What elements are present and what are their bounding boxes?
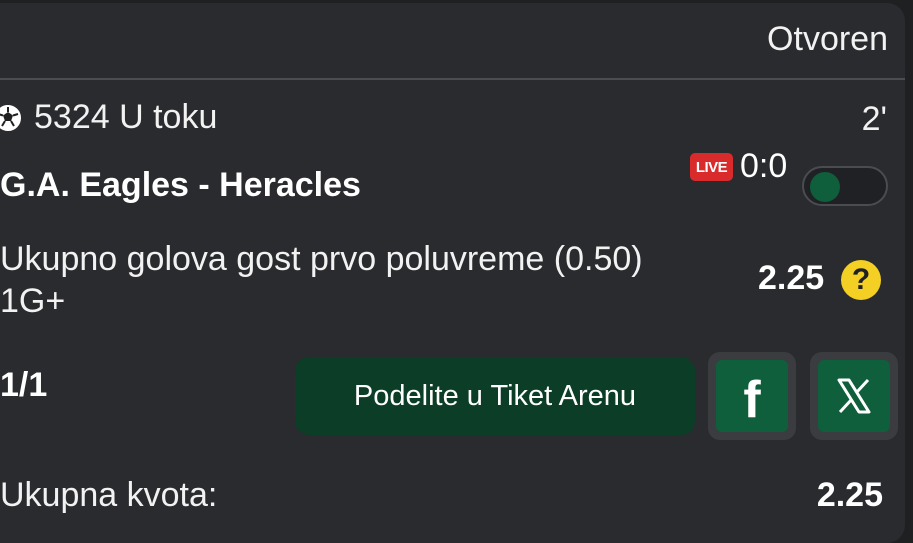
live-toggle[interactable] — [802, 166, 888, 206]
match-minute: 2' — [861, 100, 887, 138]
ticket-status: Otvoren — [767, 20, 888, 58]
selection-odds: 2.25 — [758, 259, 825, 297]
soccer-ball-icon — [0, 104, 21, 131]
facebook-share-button[interactable]: f — [708, 352, 796, 440]
total-odds-label: Ukupna kvota: — [0, 476, 218, 514]
divider — [0, 78, 905, 80]
live-badge: LIVE — [690, 153, 733, 181]
help-icon[interactable]: ? — [841, 260, 881, 300]
event-id-status: 5324 U toku — [34, 98, 218, 136]
toggle-knob — [810, 172, 840, 202]
live-score: 0:0 — [740, 147, 788, 185]
x-share-button[interactable] — [810, 352, 898, 440]
match-name[interactable]: G.A. Eagles - Heracles — [0, 166, 361, 205]
total-odds-value: 2.25 — [816, 476, 883, 514]
selection-market: Ukupno golova gost prvo poluvreme (0.50)… — [0, 238, 740, 322]
selection-pick: 1G+ — [0, 282, 66, 320]
event-line: 5324 U toku — [0, 98, 217, 137]
selection-count: 1/1 — [0, 366, 48, 404]
x-logo-icon — [837, 378, 871, 414]
x-icon — [818, 360, 890, 432]
share-tiket-arena-button[interactable]: Podelite u Tiket Arenu — [295, 357, 695, 435]
market-name: Ukupno golova gost prvo poluvreme (0.50) — [0, 240, 643, 278]
facebook-icon: f — [716, 360, 788, 432]
facebook-letter: f — [743, 371, 761, 429]
